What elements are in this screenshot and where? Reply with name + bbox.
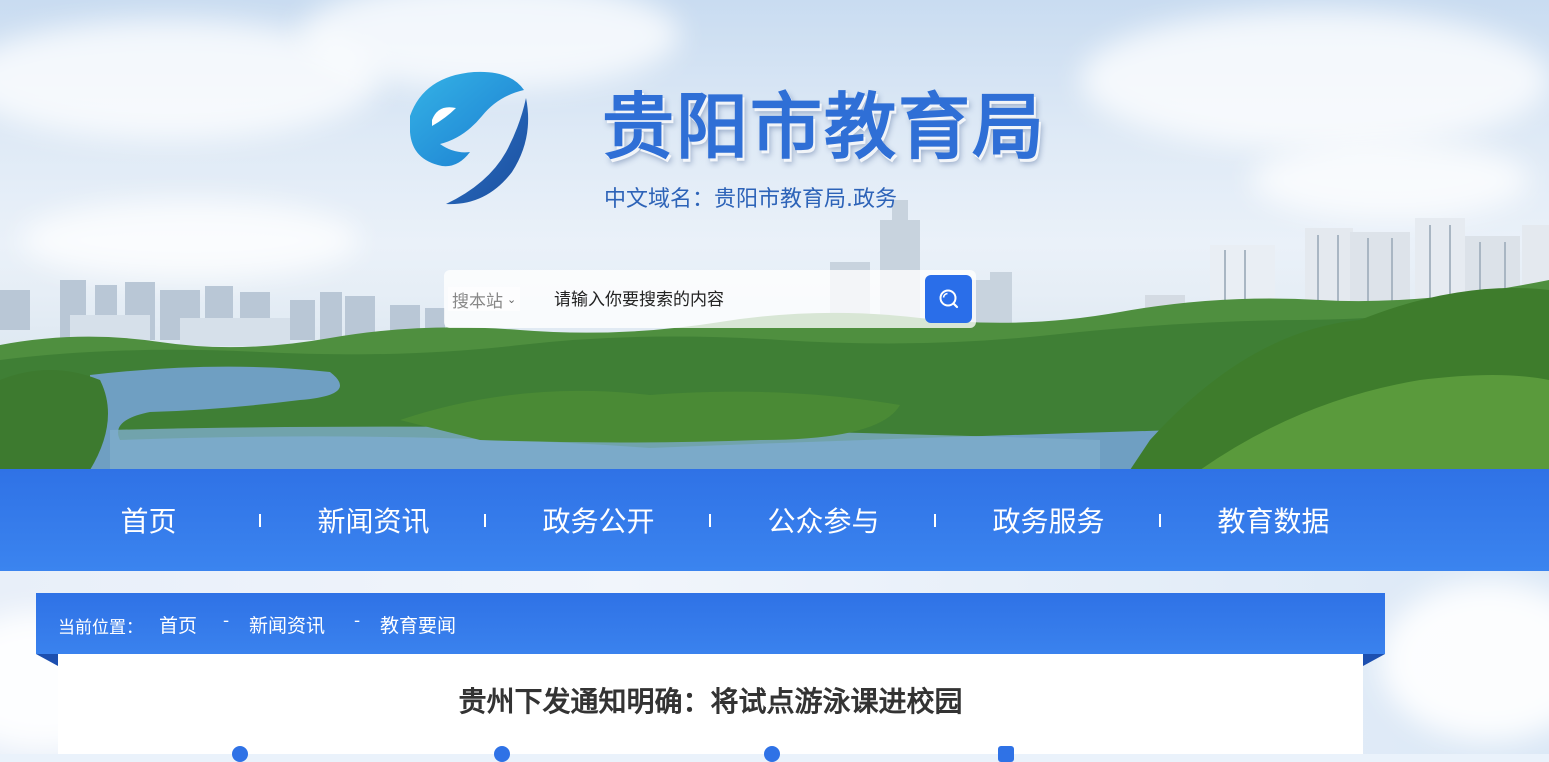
search-box: 搜本站 ⌄ (444, 270, 976, 328)
breadcrumb-separator: - (354, 611, 361, 631)
breadcrumb-separator: - (223, 611, 230, 631)
nav-item-public[interactable]: 公众参与 (711, 469, 936, 571)
nav-item-edu-data[interactable]: 教育数据 (1161, 469, 1386, 571)
breadcrumb-edu-news[interactable]: 教育要闻 (380, 611, 456, 638)
chevron-down-icon: ⌄ (507, 292, 517, 306)
main-nav: 首页 新闻资讯 政务公开 公众参与 政务服务 教育数据 (0, 469, 1549, 571)
search-input[interactable] (552, 284, 916, 316)
breadcrumb (36, 593, 1385, 654)
domain-text: 中文域名：贵阳市教育局.政务 (604, 187, 897, 212)
ribbon-fold (36, 654, 58, 666)
header-banner: 贵阳市教育局 中文域名：贵阳市教育局.政务 搜本站 ⌄ (0, 0, 1549, 470)
nav-divider (1159, 514, 1161, 527)
source-icon (494, 746, 510, 762)
views-icon (764, 746, 780, 762)
search-icon (939, 289, 958, 309)
nav-item-home[interactable]: 首页 (36, 469, 261, 571)
nav-divider (484, 514, 486, 527)
nav-item-gov-service[interactable]: 政务服务 (936, 469, 1161, 571)
nav-item-news[interactable]: 新闻资讯 (261, 469, 486, 571)
nav-divider (934, 514, 936, 527)
article-panel: 贵州下发通知明确：将试点游泳课进校园 (58, 654, 1363, 762)
breadcrumb-label: 当前位置： (58, 618, 143, 638)
calendar-icon (232, 746, 248, 762)
search-scope-dropdown[interactable]: 搜本站 ⌄ (448, 287, 521, 312)
breadcrumb-home[interactable]: 首页 (159, 611, 197, 638)
article-title: 贵州下发通知明确：将试点游泳课进校园 (458, 685, 963, 718)
font-size-icon (998, 746, 1014, 762)
nav-item-gov-open[interactable]: 政务公开 (486, 469, 711, 571)
edu-e-logo-icon (402, 68, 532, 208)
search-scope-label: 搜本站 (452, 291, 503, 312)
site-title: 贵阳市教育局 (602, 85, 1047, 169)
search-button[interactable] (925, 275, 972, 323)
nav-divider (709, 514, 711, 527)
nav-divider (259, 514, 261, 527)
ribbon-fold (1363, 654, 1385, 666)
breadcrumb-news[interactable]: 新闻资讯 (249, 611, 325, 638)
